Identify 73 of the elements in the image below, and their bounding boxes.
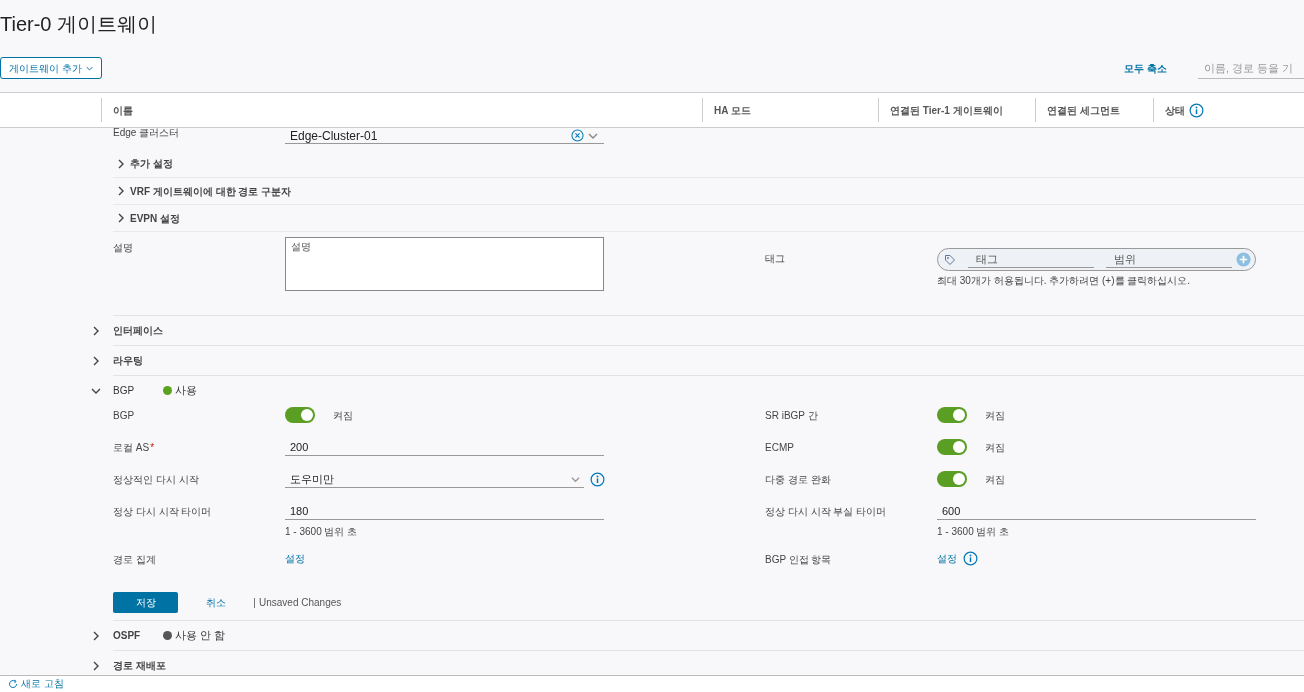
hint-text: 1 - 3600 범위 초	[285, 525, 359, 539]
toggle-switch[interactable]	[937, 471, 967, 487]
toggle-switch[interactable]	[285, 407, 315, 423]
description-field[interactable]: 설명	[285, 237, 604, 291]
subsection-title[interactable]: 추가 설정	[130, 156, 173, 171]
field-label: 경로 집계	[113, 553, 156, 567]
required-mark: *	[150, 441, 155, 455]
section-title[interactable]: OSPF	[113, 628, 163, 643]
chevron-right-icon[interactable]	[91, 660, 101, 671]
field-label: SR iBGP 간	[765, 409, 818, 423]
section-title[interactable]: BGP	[113, 383, 163, 398]
field-label: 정상적인 다시 시작	[113, 473, 199, 487]
cancel-button[interactable]: 취소	[192, 592, 240, 613]
section-title[interactable]: 라우팅	[113, 353, 163, 368]
refresh-icon[interactable]	[8, 679, 18, 689]
field-label: 정상 다시 시작 부실 타이머	[765, 505, 887, 519]
scope-input[interactable]: 범위	[1106, 250, 1232, 269]
edge-cluster-select[interactable]: Edge-Cluster-01	[285, 128, 604, 144]
field-label: 정상 다시 시작 타이머	[113, 505, 212, 519]
field-label: 설명	[113, 241, 134, 255]
field-label: 태그	[765, 252, 786, 266]
collapse-all-link[interactable]: 모두 축소	[1124, 60, 1167, 76]
toggle-state-label: 켜짐	[985, 472, 1005, 487]
field-label: 다중 경로 완화	[765, 473, 831, 487]
add-gateway-button[interactable]: 게이트웨이 추가	[0, 57, 102, 79]
toggle-state-label: 켜짐	[985, 408, 1005, 423]
text-field[interactable]: 200	[285, 439, 604, 456]
unsaved-changes-note: Unsaved Changes	[254, 597, 342, 608]
hint-text: 1 - 3600 범위 초	[937, 525, 1011, 539]
page-title: Tier-0 게이트웨이	[0, 14, 158, 34]
section-title[interactable]: 인터페이스	[113, 323, 163, 338]
info-icon[interactable]	[963, 551, 978, 566]
field-label: BGP 인접 항목	[765, 553, 832, 567]
text-field[interactable]: 600	[937, 503, 1256, 520]
section-title[interactable]: 경로 재배포	[113, 658, 166, 673]
status-label: 사용	[175, 383, 197, 399]
info-icon[interactable]	[1189, 102, 1204, 118]
toggle-switch[interactable]	[937, 439, 967, 455]
tag-field[interactable]: 태그 범위	[937, 248, 1256, 271]
subsection-title[interactable]: EVPN 설정	[130, 210, 180, 226]
field-label: Edge 클러스터	[113, 128, 181, 138]
subsection-title[interactable]: VRF 게이트웨이에 대한 경로 구분자	[130, 183, 292, 199]
settings-link[interactable]: 설정	[285, 551, 305, 566]
status-label: 사용 안 함	[175, 628, 226, 644]
tag-icon	[944, 253, 956, 266]
chevron-right-icon[interactable]	[116, 213, 126, 223]
select-field[interactable]: 도우미만	[285, 471, 584, 488]
field-label: 로컬 AS	[113, 441, 150, 455]
refresh-link[interactable]: 새로 고침	[21, 679, 64, 689]
toggle-state-label: 켜짐	[333, 408, 353, 423]
info-icon[interactable]	[590, 472, 605, 487]
caret-icon	[85, 64, 93, 72]
field-label: BGP	[113, 409, 135, 423]
chevron-right-icon[interactable]	[116, 186, 126, 196]
column-header[interactable]: 연결된 Tier-1 게이트웨이	[890, 102, 1003, 118]
field-label: ECMP	[765, 441, 794, 455]
chevron-right-icon[interactable]	[91, 630, 101, 641]
text-field[interactable]: 180	[285, 503, 604, 520]
tag-input[interactable]: 태그	[968, 250, 1094, 269]
column-header[interactable]: HA 모드	[714, 102, 751, 118]
column-header[interactable]: 상태	[1165, 102, 1185, 118]
chevron-right-icon[interactable]	[91, 325, 101, 336]
toggle-switch[interactable]	[937, 407, 967, 423]
chevron-right-icon[interactable]	[116, 158, 126, 169]
clear-icon[interactable]	[571, 129, 584, 142]
settings-link[interactable]: 설정	[937, 551, 957, 566]
column-header[interactable]: 이름	[113, 102, 133, 118]
column-header[interactable]: 연결된 세그먼트	[1047, 102, 1120, 118]
chevron-right-icon[interactable]	[91, 355, 101, 366]
toggle-state-label: 켜짐	[985, 440, 1005, 455]
save-button[interactable]: 저장	[113, 592, 178, 613]
hint-text: 최대 30개가 허용됩니다. 추가하려면 (+)를 클릭하십시오.	[937, 274, 1192, 288]
search-field[interactable]: 이름, 경로 등을 기	[1198, 57, 1304, 79]
